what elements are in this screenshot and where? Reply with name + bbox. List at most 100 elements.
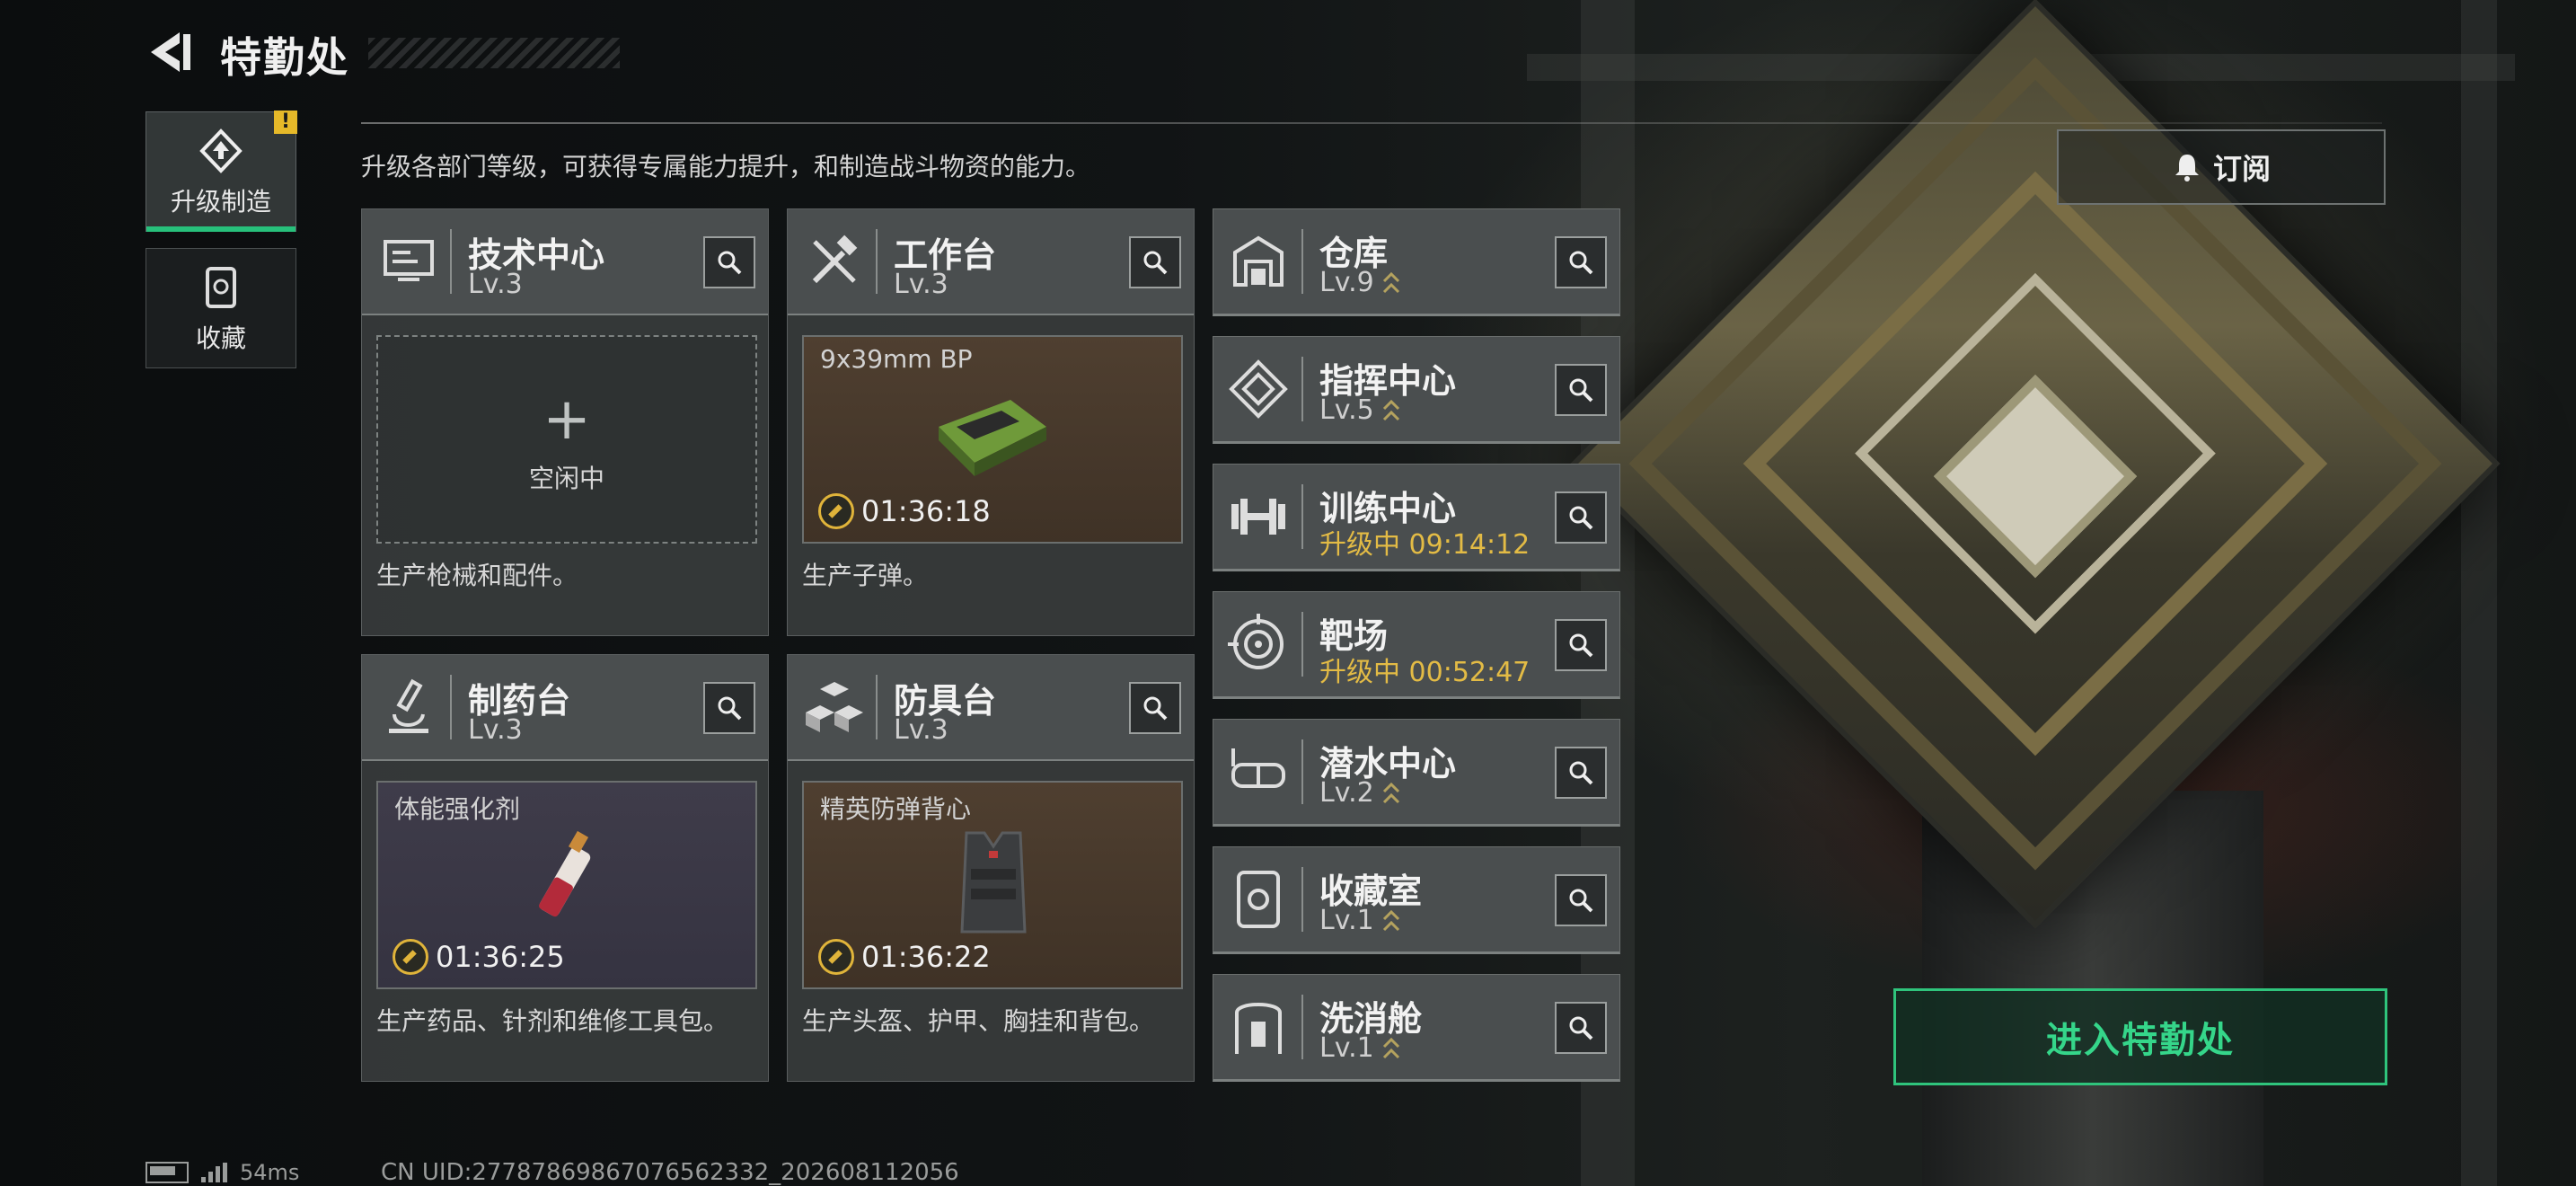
subscribe-label: 订阅 — [2212, 152, 2271, 186]
department-row[interactable]: 洗消舱 Lv.1 — [1213, 974, 1620, 1082]
inspect-button[interactable] — [703, 236, 755, 288]
department-row[interactable]: 仓库 Lv.9 — [1213, 208, 1620, 316]
card-header: 制药台 Lv.3 — [362, 655, 768, 761]
timer-value: 01:36:25 — [436, 940, 565, 974]
magnifier-icon — [1569, 378, 1593, 403]
status-text: 升级中 00:52:47 — [1319, 657, 1531, 688]
magnifier-icon — [718, 696, 742, 721]
inspect-button[interactable] — [1555, 874, 1607, 926]
row-separator — [1301, 739, 1303, 804]
inspect-button[interactable] — [1555, 491, 1607, 544]
department-status: Lv.2 — [1319, 777, 1401, 809]
goggles-icon — [1231, 748, 1285, 788]
ammo-box-image — [939, 400, 1046, 476]
department-status: Lv.5 — [1319, 394, 1401, 426]
signal-icon — [201, 1163, 227, 1182]
department-row[interactable]: 靶场 升级中 00:52:47 — [1213, 591, 1620, 699]
microscope-icon — [389, 678, 428, 733]
card-armor-bench: 防具台 Lv.3 精英防弹背心 01:36:22 生产头盔、护甲、胸挂和背包。 — [787, 654, 1195, 1082]
card-description: 生产枪械和配件。 — [376, 561, 578, 590]
magnifier-icon — [718, 251, 742, 275]
vest-image — [960, 831, 1027, 934]
production-timer: 01:36:22 — [818, 939, 991, 975]
tab-label: 升级制造 — [170, 187, 271, 217]
department-status: 升级中 00:52:47 — [1319, 650, 1530, 689]
page-title: 特勤处 — [220, 33, 349, 82]
production-slot[interactable]: 精英防弹背心 01:36:22 — [802, 781, 1183, 989]
inspect-button[interactable] — [703, 682, 755, 734]
card-header: 防具台 Lv.3 — [788, 655, 1194, 761]
row-separator — [1301, 229, 1303, 294]
status-text: Lv.5 — [1319, 394, 1374, 426]
decon-icon — [1235, 1003, 1282, 1054]
magnifier-icon — [1569, 1016, 1593, 1040]
department-status: Lv.1 — [1319, 1032, 1401, 1064]
divider-line — [361, 122, 2382, 124]
enter-special-ops-button[interactable]: 进入特勤处 — [1893, 988, 2387, 1085]
department-status: 升级中 09:14:12 — [1319, 522, 1530, 562]
upgrade-available-chevron-icon — [1382, 1037, 1399, 1058]
status-text: Lv.9 — [1319, 267, 1374, 298]
wrench-clock-icon — [818, 939, 854, 975]
wrench-clock-icon — [818, 493, 854, 529]
department-row[interactable]: 训练中心 升级中 09:14:12 — [1213, 464, 1620, 571]
page-description: 升级各部门等级，可获得专属能力提升，和制造战斗物资的能力。 — [361, 152, 1091, 181]
card-level: Lv.3 — [468, 269, 523, 300]
syringe-image — [539, 830, 591, 917]
card-level: Lv.3 — [468, 714, 523, 746]
dumbbell-icon — [1231, 499, 1285, 535]
magnifier-icon — [1569, 633, 1593, 658]
card-tech-center: 技术中心 Lv.3 + 空闲中 生产枪械和配件。 — [361, 208, 769, 636]
subscribe-button[interactable]: 订阅 — [2057, 129, 2386, 205]
department-status: Lv.1 — [1319, 905, 1401, 936]
back-arrow-icon — [151, 32, 190, 72]
timer-value: 01:36:18 — [861, 494, 991, 528]
department-row[interactable]: 指挥中心 Lv.5 — [1213, 336, 1620, 444]
status-text: 升级中 09:14:12 — [1319, 529, 1531, 561]
status-text: Lv.1 — [1319, 1032, 1374, 1064]
inspect-button[interactable] — [1129, 236, 1181, 288]
card-description: 生产药品、针剂和维修工具包。 — [376, 1006, 729, 1036]
back-button[interactable] — [144, 29, 198, 75]
department-row[interactable]: 潜水中心 Lv.2 — [1213, 719, 1620, 827]
card-description: 生产子弹。 — [802, 561, 929, 590]
tools-icon — [812, 235, 858, 284]
armor-blocks-icon — [806, 682, 863, 732]
magnifier-icon — [1143, 696, 1168, 721]
tab-label: 收藏 — [195, 323, 246, 353]
tab-collection[interactable]: 收藏 — [146, 248, 296, 368]
inspect-button[interactable] — [1555, 619, 1607, 671]
timer-value: 01:36:22 — [861, 940, 991, 974]
inspect-button[interactable] — [1555, 236, 1607, 288]
row-separator — [1301, 995, 1303, 1059]
row-separator — [1301, 357, 1303, 421]
department-row[interactable]: 收藏室 Lv.1 — [1213, 846, 1620, 954]
warehouse-icon — [1233, 235, 1284, 287]
status-bar: 54ms — [146, 1159, 299, 1186]
inspect-button[interactable] — [1555, 364, 1607, 416]
inspect-button[interactable] — [1555, 1002, 1607, 1054]
collection-icon — [206, 267, 236, 308]
production-timer: 01:36:18 — [818, 493, 991, 529]
production-slot[interactable]: 9x39mm BP 01:36:18 — [802, 335, 1183, 544]
inspect-button[interactable] — [1129, 682, 1181, 734]
magnifier-icon — [1569, 889, 1593, 913]
card-pharmacy: 制药台 Lv.3 体能强化剂 01:36:25 生产药品、针剂和维修工具包。 — [361, 654, 769, 1082]
item-name: 体能强化剂 — [394, 794, 521, 824]
bell-icon — [2175, 155, 2199, 181]
status-text: Lv.2 — [1319, 777, 1374, 809]
production-timer: 01:36:25 — [393, 939, 565, 975]
inspect-button[interactable] — [1555, 747, 1607, 799]
battery-icon — [146, 1162, 189, 1183]
upgrade-available-chevron-icon — [1382, 399, 1399, 420]
magnifier-icon — [1143, 251, 1168, 275]
production-slot-empty[interactable]: + 空闲中 — [376, 335, 757, 544]
tab-upgrade-craft[interactable]: ! 升级制造 — [146, 111, 297, 232]
magnifier-icon — [1569, 506, 1593, 530]
item-name: 精英防弹背心 — [820, 794, 972, 824]
production-slot[interactable]: 体能强化剂 01:36:25 — [376, 781, 757, 989]
upgrade-available-chevron-icon — [1382, 909, 1399, 931]
card-header: 工作台 Lv.3 — [788, 209, 1194, 315]
upgrade-available-chevron-icon — [1382, 271, 1399, 293]
tech-center-icon — [384, 240, 434, 281]
